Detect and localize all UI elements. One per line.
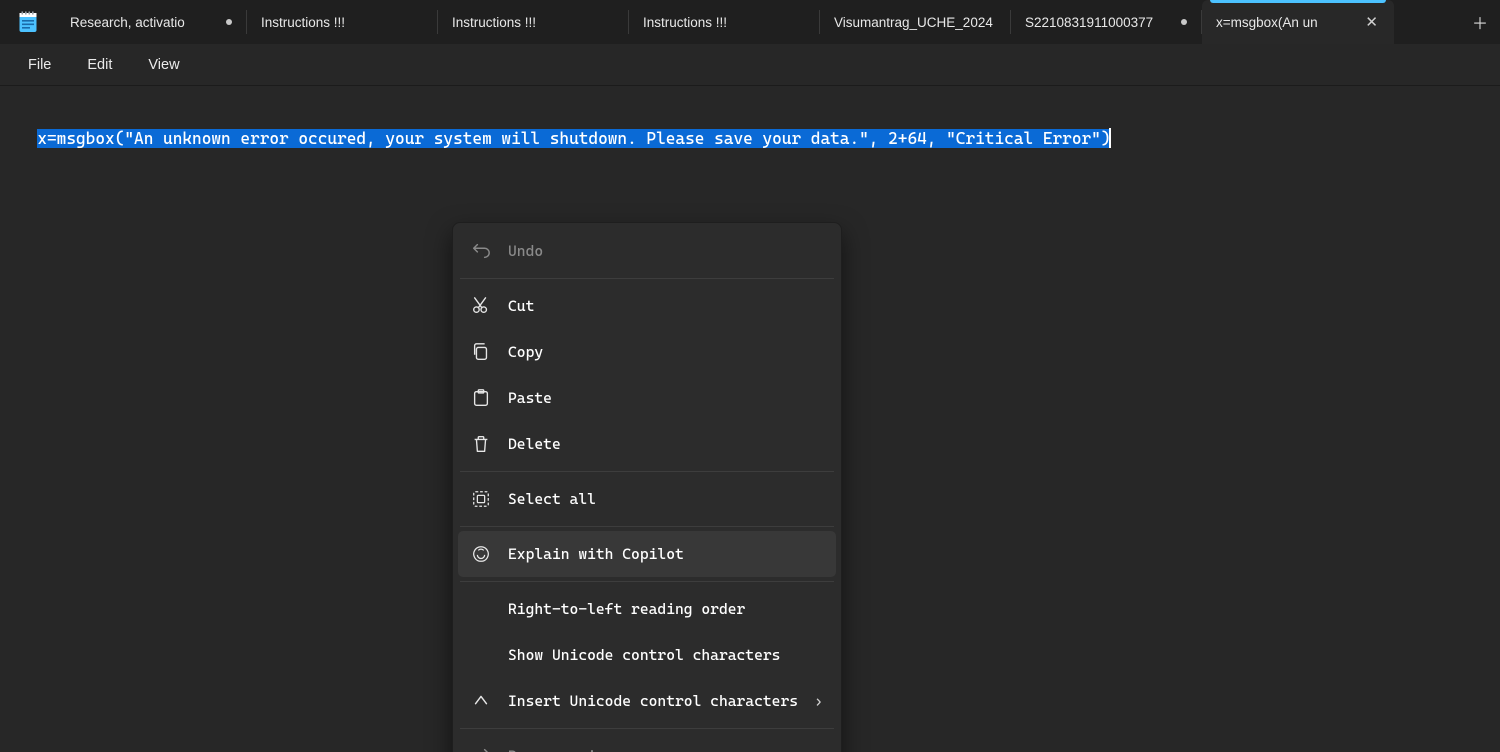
- context-menu-label: Right-to-left reading order: [508, 599, 822, 619]
- context-menu-item-explain-copilot[interactable]: Explain with Copilot: [458, 531, 836, 577]
- context-menu-label: Delete: [508, 434, 822, 454]
- context-menu-item-delete[interactable]: Delete: [458, 421, 836, 467]
- blank-icon: [470, 598, 492, 620]
- context-menu-item-insert-unicode[interactable]: Insert Unicode control characters ›: [458, 678, 836, 724]
- unsaved-indicator-icon: [1181, 19, 1187, 25]
- paste-icon: [470, 387, 492, 409]
- context-menu-label: Cut: [508, 296, 822, 316]
- context-menu-separator: [460, 526, 834, 527]
- context-menu-item-copy[interactable]: Copy: [458, 329, 836, 375]
- context-menu-separator: [460, 471, 834, 472]
- tab-label: Visumantrag_UCHE_2024: [834, 15, 996, 30]
- tab-3[interactable]: Instructions !!!: [629, 0, 819, 44]
- plus-icon: ＋: [1472, 10, 1488, 34]
- tab-active[interactable]: x=msgbox(An un ✕: [1202, 0, 1394, 44]
- app-icon: [0, 0, 56, 44]
- tab-4[interactable]: Visumantrag_UCHE_2024: [820, 0, 1010, 44]
- tab-0[interactable]: Research, activatio: [56, 0, 246, 44]
- tab-5[interactable]: S2210831911000377: [1011, 0, 1201, 44]
- context-menu-label: Insert Unicode control characters: [508, 691, 798, 711]
- new-tab-button[interactable]: ＋: [1460, 0, 1500, 44]
- tab-label: x=msgbox(An un: [1216, 15, 1353, 30]
- context-menu-item-rtl[interactable]: Right-to-left reading order: [458, 586, 836, 632]
- context-menu-item-select-all[interactable]: Select all: [458, 476, 836, 522]
- menu-edit[interactable]: Edit: [69, 51, 130, 79]
- context-menu-label: Select all: [508, 489, 822, 509]
- unsaved-indicator-icon: [226, 19, 232, 25]
- context-menu-label: Copy: [508, 342, 822, 362]
- select-all-icon: [470, 488, 492, 510]
- close-tab-icon[interactable]: ✕: [1363, 13, 1380, 32]
- tab-label: Instructions !!!: [261, 15, 423, 30]
- context-menu-item-show-unicode[interactable]: Show Unicode control characters: [458, 632, 836, 678]
- notepad-icon: [18, 11, 38, 33]
- tab-label: Research, activatio: [70, 15, 216, 30]
- context-menu-item-undo: Undo: [458, 228, 836, 274]
- context-menu-label: Reconversion: [508, 746, 822, 752]
- context-menu-label: Undo: [508, 241, 822, 261]
- menubar: FileEditView: [0, 44, 1500, 86]
- context-menu-item-cut[interactable]: Cut: [458, 283, 836, 329]
- tab-2[interactable]: Instructions !!!: [438, 0, 628, 44]
- context-menu-label: Show Unicode control characters: [508, 645, 822, 665]
- editor-area[interactable]: x=msgbox("An unknown error occured, your…: [0, 86, 1500, 752]
- cut-icon: [470, 295, 492, 317]
- context-menu-separator: [460, 278, 834, 279]
- tab-label: S2210831911000377: [1025, 15, 1171, 30]
- context-menu-separator: [460, 581, 834, 582]
- context-menu-label: Explain with Copilot: [508, 544, 822, 564]
- tab-1[interactable]: Instructions !!!: [247, 0, 437, 44]
- undo-icon: [470, 240, 492, 262]
- menu-view[interactable]: View: [130, 51, 197, 79]
- context-menu-label: Paste: [508, 388, 822, 408]
- tab-label: Instructions !!!: [452, 15, 614, 30]
- selected-text: x=msgbox("An unknown error occured, your…: [37, 129, 1110, 148]
- context-menu-item-paste[interactable]: Paste: [458, 375, 836, 421]
- titlebar: Research, activatio Instructions !!! Instr…: [0, 0, 1500, 44]
- chevron-right-icon: ›: [814, 691, 823, 711]
- context-menu-separator: [460, 728, 834, 729]
- copy-icon: [470, 341, 492, 363]
- tab-label: Instructions !!!: [643, 15, 805, 30]
- redo-icon: [470, 745, 492, 752]
- context-menu-item-reconversion: Reconversion: [458, 733, 836, 752]
- copilot-icon: [470, 543, 492, 565]
- text-caret: [1109, 128, 1111, 148]
- menu-file[interactable]: File: [10, 51, 69, 79]
- blank-icon: [470, 644, 492, 666]
- context-menu: Undo Cut Copy Paste Delete Select all Explain …: [452, 222, 842, 752]
- tab-strip: Research, activatio Instructions !!! Instr…: [56, 0, 1460, 44]
- caret-up-icon: [470, 690, 492, 712]
- delete-icon: [470, 433, 492, 455]
